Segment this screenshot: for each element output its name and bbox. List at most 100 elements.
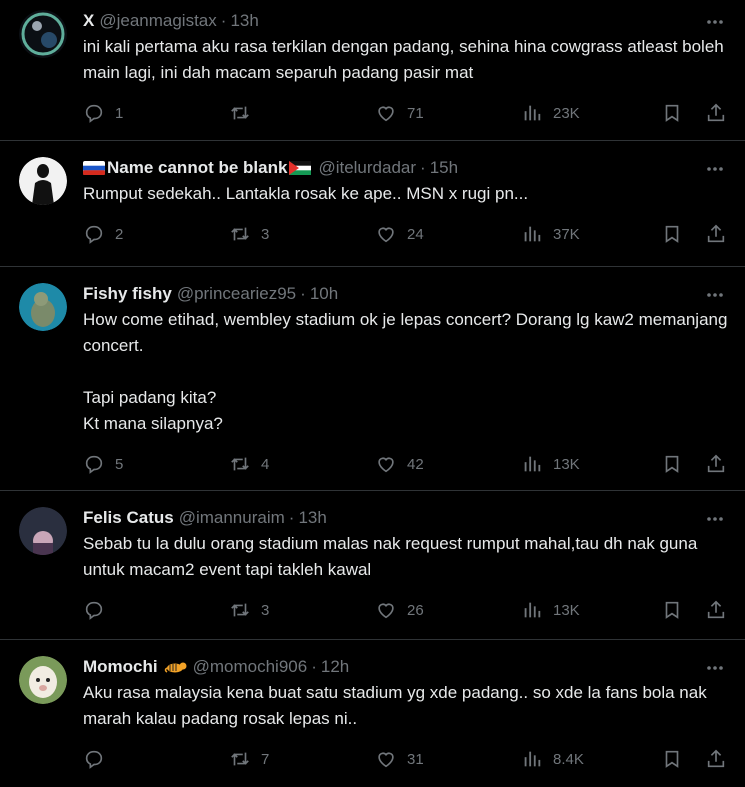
- tiger-emoji-icon: [164, 662, 187, 673]
- retweet-icon: [231, 603, 249, 617]
- tweet-text: ini kali pertama aku rasa terkilan denga…: [83, 37, 729, 82]
- like-button[interactable]: 71: [375, 102, 521, 124]
- like-button[interactable]: 42: [375, 453, 521, 475]
- bookmark-button[interactable]: [661, 453, 705, 475]
- tweet[interactable]: Fishy fishy @princeariez95 · 10h How come e…: [0, 267, 745, 491]
- view-count: 13K: [553, 455, 580, 473]
- tweet-text: Aku rasa malaysia kena buat satu stadium…: [83, 683, 712, 728]
- views-icon: [524, 751, 541, 767]
- like-count: 31: [407, 750, 424, 768]
- views-button[interactable]: 23K: [521, 102, 661, 124]
- author-handle[interactable]: @jeanmagistax: [99, 11, 216, 31]
- views-icon: [524, 456, 541, 472]
- bookmark-icon: [665, 601, 679, 619]
- share-button[interactable]: [705, 748, 727, 770]
- views-button[interactable]: 13K: [521, 453, 661, 475]
- russia-flag-icon: [83, 161, 105, 175]
- tweet[interactable]: Felis Catus @imannuraim · 13h Sebab tu la d…: [0, 491, 745, 640]
- like-count: 26: [407, 601, 424, 619]
- views-button[interactable]: 37K: [521, 223, 661, 245]
- reply-icon: [85, 601, 103, 620]
- views-icon: [524, 602, 541, 618]
- heart-icon: [378, 752, 394, 768]
- share-button[interactable]: [705, 599, 727, 621]
- avatar[interactable]: [19, 157, 67, 205]
- author-handle[interactable]: @itelurdadar: [318, 158, 416, 178]
- author-name[interactable]: Momochi: [83, 657, 158, 677]
- reply-count: 2: [115, 225, 124, 243]
- retweet-count: 4: [261, 455, 270, 473]
- retweet-button[interactable]: [229, 102, 375, 124]
- more-options-icon[interactable]: [705, 658, 725, 678]
- heart-icon: [378, 106, 394, 122]
- tweet[interactable]: X @jeanmagistax · 13h ini kali pertama aku …: [0, 0, 745, 141]
- reply-button[interactable]: 5: [83, 453, 229, 475]
- reply-button[interactable]: 1: [83, 102, 229, 124]
- retweet-count: 3: [261, 601, 270, 619]
- share-icon: [707, 224, 725, 243]
- tweet[interactable]: Name cannot be blank @itelurdadar · 15h Ru…: [0, 141, 745, 267]
- retweet-button[interactable]: 3: [229, 223, 375, 245]
- separator-dot: ·: [420, 158, 426, 177]
- reply-count: 5: [115, 455, 124, 473]
- like-button[interactable]: 26: [375, 599, 521, 621]
- separator-dot: ·: [288, 508, 295, 527]
- tweet[interactable]: Momochi @momochi906 · 12h Aku rasa malaysi…: [0, 640, 745, 787]
- palestine-flag-icon: [289, 161, 312, 175]
- bookmark-icon: [665, 455, 679, 473]
- timestamp[interactable]: 12h: [321, 657, 349, 677]
- bookmark-button[interactable]: [661, 748, 705, 770]
- author-handle[interactable]: @momochi906: [193, 657, 308, 677]
- share-icon: [707, 454, 725, 473]
- more-options-icon[interactable]: [705, 159, 725, 179]
- reply-feed: X @jeanmagistax · 13h ini kali pertama aku …: [0, 0, 745, 787]
- author-handle[interactable]: @princeariez95: [177, 284, 296, 304]
- bookmark-button[interactable]: [661, 223, 705, 245]
- retweet-button[interactable]: 7: [229, 748, 375, 770]
- tweet-text: Rumput sedekah.. Lantakla rosak ke ape..…: [83, 184, 529, 203]
- share-button[interactable]: [705, 223, 727, 245]
- author-name[interactable]: X: [83, 11, 94, 31]
- views-button[interactable]: 8.4K: [521, 748, 661, 770]
- retweet-icon: [231, 106, 249, 120]
- retweet-button[interactable]: 3: [229, 599, 375, 621]
- views-icon: [524, 226, 541, 242]
- avatar[interactable]: [19, 10, 67, 58]
- share-button[interactable]: [705, 453, 727, 475]
- view-count: 37K: [553, 225, 580, 243]
- view-count: 23K: [553, 104, 580, 122]
- avatar[interactable]: [19, 283, 67, 331]
- bookmark-button[interactable]: [661, 102, 705, 124]
- author-name[interactable]: Fishy fishy: [83, 284, 172, 304]
- author-name[interactable]: Name cannot be blank: [107, 158, 287, 178]
- reply-button[interactable]: 2: [83, 223, 229, 245]
- retweet-button[interactable]: 4: [229, 453, 375, 475]
- bookmark-icon: [665, 225, 679, 243]
- like-count: 24: [407, 225, 424, 243]
- views-button[interactable]: 13K: [521, 599, 661, 621]
- reply-icon: [85, 225, 103, 244]
- avatar[interactable]: [19, 507, 67, 555]
- author-handle[interactable]: @imannuraim: [179, 508, 285, 528]
- more-options-icon[interactable]: [705, 285, 725, 305]
- reply-button[interactable]: [83, 599, 229, 621]
- tweet-text: Sebab tu la dulu orang stadium malas nak…: [83, 534, 703, 579]
- bookmark-button[interactable]: [661, 599, 705, 621]
- timestamp[interactable]: 10h: [310, 284, 338, 304]
- share-icon: [707, 749, 725, 768]
- timestamp[interactable]: 13h: [298, 508, 326, 528]
- more-options-icon[interactable]: [705, 12, 725, 32]
- more-options-icon[interactable]: [705, 509, 725, 529]
- like-button[interactable]: 31: [375, 748, 521, 770]
- timestamp[interactable]: 15h: [430, 158, 458, 178]
- timestamp[interactable]: 13h: [230, 11, 258, 31]
- reply-button[interactable]: [83, 748, 229, 770]
- share-icon: [707, 600, 725, 619]
- action-bar: 7 31 8.4K: [83, 736, 729, 782]
- tweet-text: How come etihad, wembley stadium ok je l…: [83, 310, 728, 433]
- share-button[interactable]: [705, 102, 727, 124]
- like-count: 71: [407, 104, 424, 122]
- like-button[interactable]: 24: [375, 223, 521, 245]
- author-name[interactable]: Felis Catus: [83, 508, 174, 528]
- avatar[interactable]: [19, 656, 67, 704]
